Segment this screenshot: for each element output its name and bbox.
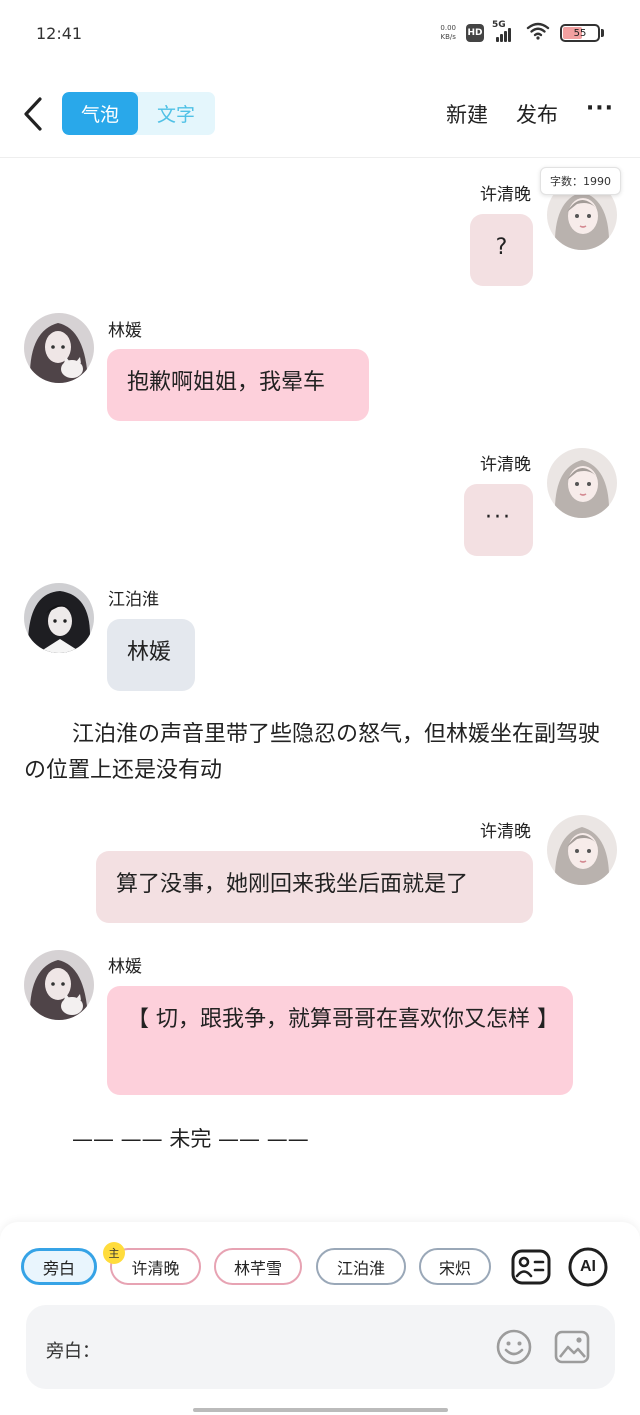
input-speaker-label: 旁白：	[46, 1341, 100, 1362]
female-avatar-icon[interactable]	[547, 448, 617, 518]
battery-level: 55	[573, 27, 587, 39]
network-speed: 0.00 KB/s	[440, 24, 456, 42]
message-input[interactable]	[102, 1331, 482, 1361]
dark-haired-male-avatar-icon[interactable]	[24, 583, 94, 653]
word-count-badge: 字数：1990	[540, 167, 621, 195]
image-button[interactable]	[552, 1327, 592, 1367]
character-chip-jiangbohuai[interactable]: 江泊淮	[316, 1248, 406, 1285]
female-avatar-icon[interactable]	[547, 815, 617, 885]
home-indicator[interactable]	[193, 1408, 448, 1412]
speaker-name: 许清晚	[480, 185, 531, 205]
character-chip-narrator[interactable]: 旁白	[21, 1248, 97, 1285]
mode-switch: 气泡 文字	[62, 92, 215, 135]
wifi-icon	[526, 22, 550, 44]
speaker-name: 许清晚	[480, 822, 531, 842]
top-toolbar: 气泡 文字 新建 发布 ···	[0, 80, 640, 150]
message-bubble[interactable]: ?	[470, 214, 533, 286]
girl-with-cat-avatar-icon[interactable]	[24, 950, 94, 1020]
emoji-button[interactable]	[494, 1327, 534, 1367]
narration-text[interactable]: 江泊淮の声音里带了些隐忍の怒气，但林媛坐在副驾驶の位置上还是没有动	[24, 717, 614, 789]
character-chip-songchi[interactable]: 宋炽	[419, 1248, 491, 1285]
signal-label: 5G	[492, 20, 506, 30]
main-character-badge: 主	[103, 1242, 125, 1264]
girl-with-cat-avatar-icon[interactable]	[24, 313, 94, 383]
publish-button[interactable]: 发布	[516, 99, 558, 129]
hd-icon: HD	[466, 24, 484, 42]
header-divider	[0, 157, 640, 158]
tab-bubble[interactable]: 气泡	[62, 92, 138, 135]
tab-text[interactable]: 文字	[138, 92, 214, 135]
message-bubble[interactable]: ···	[464, 484, 533, 556]
network-speed-value: 0.00	[440, 24, 456, 32]
image-icon	[554, 1330, 590, 1364]
smiley-icon	[496, 1329, 532, 1365]
message-input-box: 旁白：	[26, 1305, 615, 1389]
ending-text[interactable]: —— —— 未完 —— ——	[72, 1123, 309, 1153]
back-button[interactable]	[18, 94, 48, 134]
battery-icon: 55	[560, 24, 604, 42]
ai-button[interactable]: AI	[567, 1246, 609, 1288]
message-bubble[interactable]: 算了没事，她刚回来我坐后面就是了	[96, 851, 533, 923]
composer-panel: 旁白 主 许清晚 林芊雪 江泊淮 宋炽 AI 旁白：	[0, 1222, 640, 1415]
speaker-name: 林媛	[108, 321, 142, 341]
message-bubble[interactable]: 【 切，跟我争，就算哥哥在喜欢你又怎样 】	[107, 986, 573, 1095]
status-icons: 0.00 KB/s HD 5G 55	[440, 20, 604, 44]
character-card-button[interactable]	[510, 1246, 552, 1288]
contact-card-icon	[511, 1249, 551, 1285]
speaker-name: 林媛	[108, 957, 142, 977]
more-button[interactable]: ···	[586, 96, 614, 121]
message-bubble[interactable]: 林媛	[107, 619, 195, 691]
character-chip-linqianxue[interactable]: 林芊雪	[214, 1248, 302, 1285]
chevron-left-icon	[24, 97, 42, 131]
signal-icon: 5G	[492, 20, 516, 42]
speaker-name: 江泊淮	[108, 590, 159, 610]
new-button[interactable]: 新建	[446, 99, 488, 129]
status-bar: 12:41 0.00 KB/s HD 5G 55	[0, 0, 640, 70]
ai-label: AI	[580, 1258, 596, 1275]
status-time: 12:41	[36, 24, 83, 43]
speaker-name: 许清晚	[480, 455, 531, 475]
message-bubble[interactable]: 抱歉啊姐姐，我晕车	[107, 349, 369, 421]
network-speed-unit: KB/s	[440, 33, 456, 41]
